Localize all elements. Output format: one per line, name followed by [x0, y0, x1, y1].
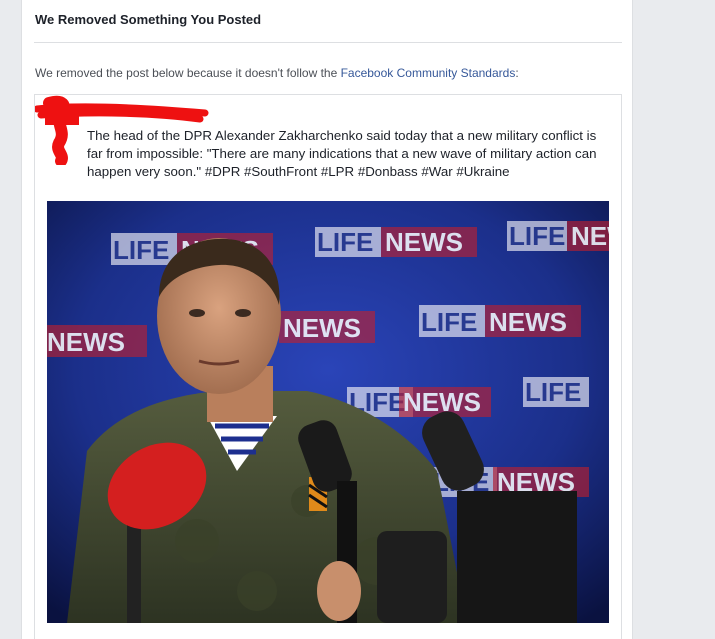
- post-text: The head of the DPR Alexander Zakharchen…: [87, 128, 597, 179]
- svg-text:LIFE: LIFE: [509, 221, 565, 251]
- backdrop-logo: LIFE NEWS: [507, 221, 609, 251]
- svg-text:LIFE: LIFE: [421, 307, 477, 337]
- notice-message: We removed the post below because it doe…: [35, 66, 519, 80]
- post-photo: LIFE NEWS LIFE NEWS LIFE NEWS: [47, 201, 609, 623]
- backdrop-logo: NEWS: [279, 311, 375, 343]
- svg-text:NEWS: NEWS: [283, 313, 361, 343]
- svg-text:NEWS: NEWS: [571, 221, 609, 251]
- backdrop-logo: NEWS: [47, 325, 147, 357]
- svg-text:NEWS: NEWS: [47, 327, 125, 357]
- svg-text:LIFE: LIFE: [525, 377, 581, 407]
- backdrop-logo: LIFE: [523, 377, 589, 407]
- svg-text:LIFE: LIFE: [113, 235, 169, 265]
- svg-text:NEWS: NEWS: [385, 227, 463, 257]
- microphone: [377, 531, 447, 623]
- notice-title: We Removed Something You Posted: [35, 12, 262, 27]
- removed-post: The head of the DPR Alexander Zakharchen…: [34, 94, 622, 639]
- backdrop-logo: LIFE NEWS: [347, 387, 491, 417]
- removal-notice-card: We Removed Something You Posted We remov…: [21, 0, 633, 639]
- title-divider: [34, 42, 622, 43]
- notice-message-suffix: :: [515, 66, 519, 80]
- backdrop-logo: LIFE NEWS: [419, 305, 581, 337]
- notice-message-text: We removed the post below because it doe…: [35, 66, 341, 80]
- svg-text:NEWS: NEWS: [489, 307, 567, 337]
- backdrop-logo: LIFE NEWS: [315, 227, 477, 257]
- svg-text:LIFE: LIFE: [317, 227, 373, 257]
- community-standards-link[interactable]: Facebook Community Standards: [341, 66, 516, 80]
